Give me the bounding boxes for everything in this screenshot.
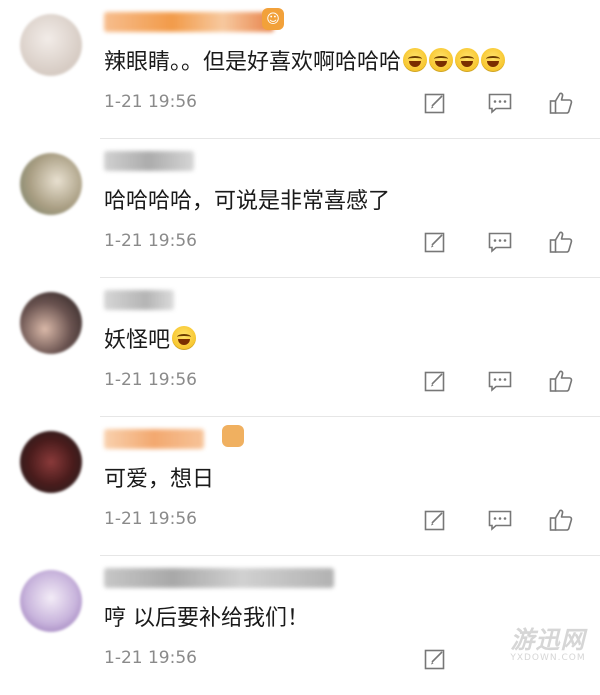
comment-item: 妖怪吧 1-21 19:56 [0, 278, 600, 417]
comment-item: ☺ 辣眼睛。。但是好喜欢啊哈哈哈 1-21 19:56 [0, 0, 600, 139]
comment-text: 妖怪吧 [104, 322, 197, 354]
username[interactable] [104, 151, 194, 171]
edit-icon[interactable] [421, 506, 449, 534]
message-icon[interactable] [486, 367, 514, 395]
crown-face-icon: ☺ [262, 8, 284, 30]
watermark-logo: 游迅网 YXDOWN.COM [510, 626, 586, 663]
avatar[interactable] [20, 292, 82, 354]
orange-badge-icon [222, 425, 244, 447]
username[interactable] [104, 290, 174, 310]
thumbs-up-icon[interactable] [547, 367, 575, 395]
edit-icon[interactable] [421, 89, 449, 117]
username[interactable] [104, 429, 204, 449]
comment-item: 可爱，想日 1-21 19:56 [0, 417, 600, 556]
comment-text: 可爱，想日 [104, 467, 215, 492]
thumbs-up-icon[interactable] [547, 506, 575, 534]
comment-item: 哈哈哈哈，可说是非常喜感了 1-21 19:56 [0, 139, 600, 278]
edit-icon[interactable] [421, 645, 449, 673]
timestamp: 1-21 19:56 [104, 370, 197, 390]
comment-text: 哼 以后要补给我们！ [104, 606, 309, 631]
laughing-emoji-icon [172, 326, 197, 350]
message-icon[interactable] [486, 228, 514, 256]
laughing-emoji-icon [429, 48, 454, 72]
avatar[interactable] [20, 14, 82, 76]
thumbs-up-icon[interactable] [547, 89, 575, 117]
message-icon[interactable] [486, 89, 514, 117]
comment-text: 辣眼睛。。但是好喜欢啊哈哈哈 [104, 44, 506, 76]
username[interactable] [104, 12, 274, 32]
timestamp: 1-21 19:56 [104, 231, 197, 251]
edit-icon[interactable] [421, 228, 449, 256]
laughing-emoji-icon [481, 48, 506, 72]
message-icon[interactable] [486, 506, 514, 534]
username[interactable] [104, 568, 334, 588]
avatar[interactable] [20, 431, 82, 493]
laughing-emoji-icon [403, 48, 428, 72]
timestamp: 1-21 19:56 [104, 509, 197, 529]
edit-icon[interactable] [421, 367, 449, 395]
laughing-emoji-icon [455, 48, 480, 72]
avatar[interactable] [20, 153, 82, 215]
timestamp: 1-21 19:56 [104, 648, 197, 668]
avatar[interactable] [20, 570, 82, 632]
comment-text: 哈哈哈哈，可说是非常喜感了 [104, 189, 391, 214]
thumbs-up-icon[interactable] [547, 228, 575, 256]
timestamp: 1-21 19:56 [104, 92, 197, 112]
